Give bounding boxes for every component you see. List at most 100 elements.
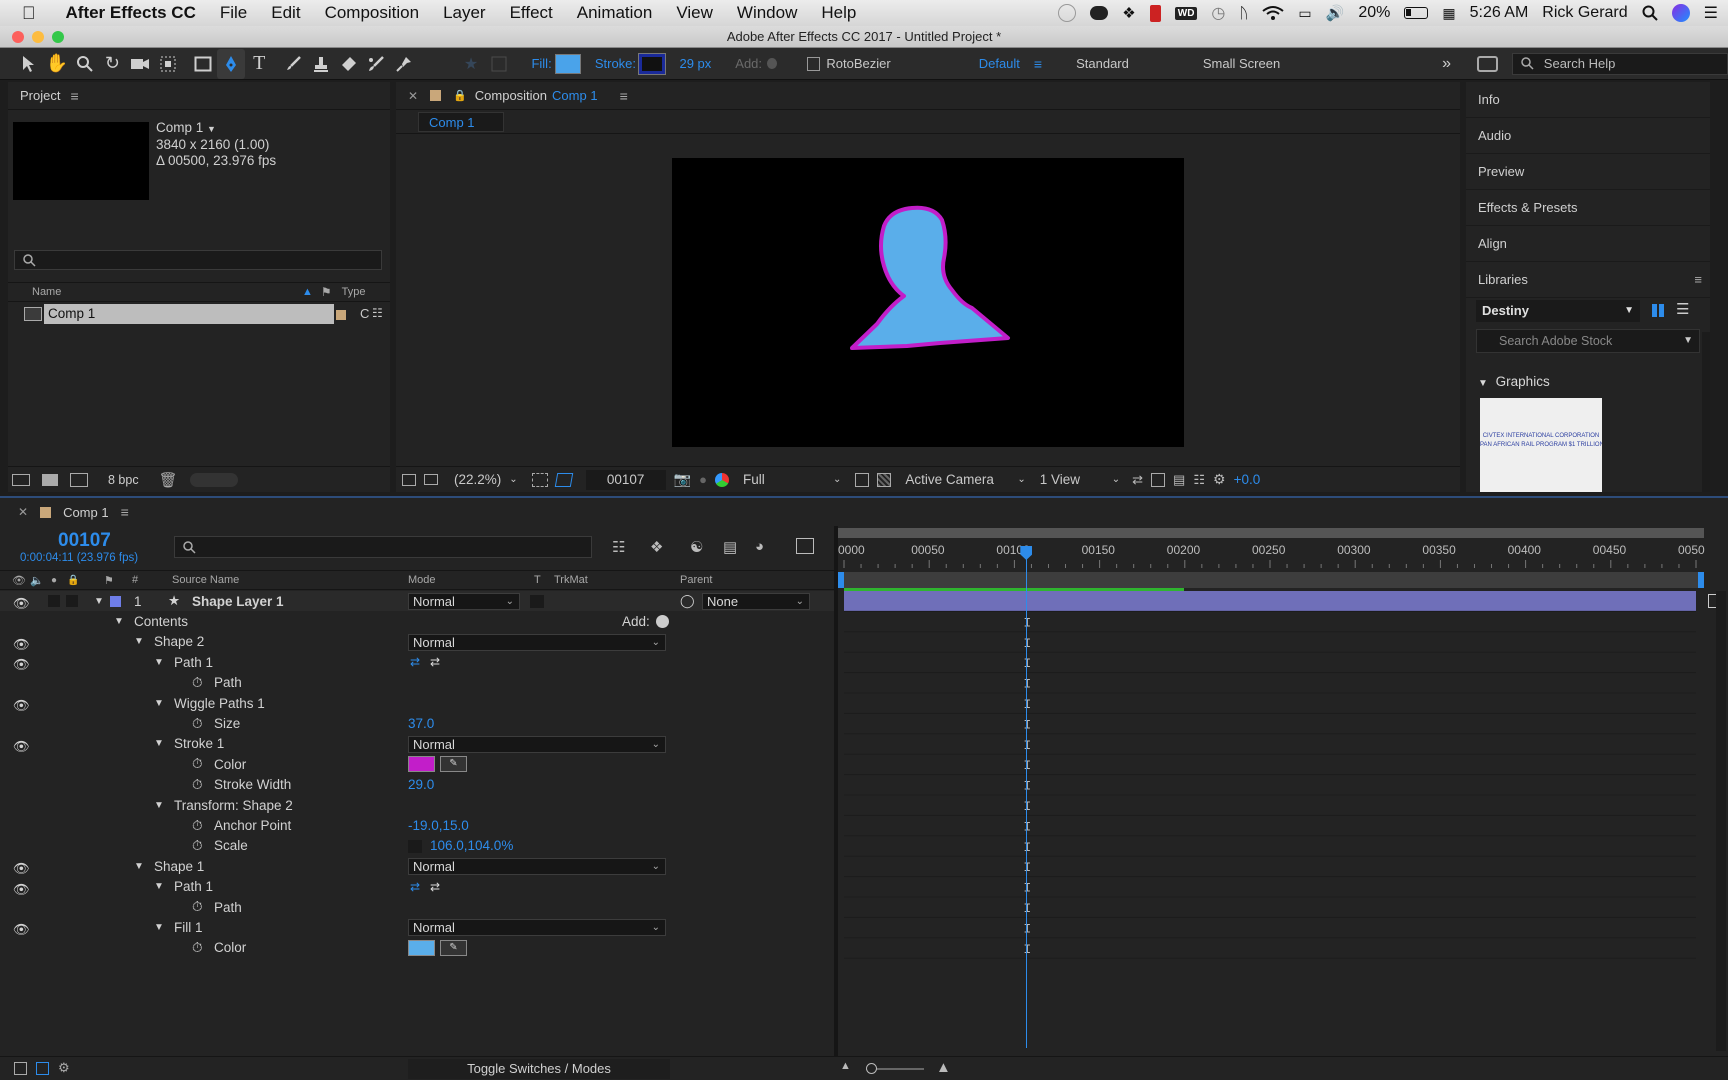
video-switch-icon[interactable]: 👁 xyxy=(12,574,26,587)
project-search-input[interactable] xyxy=(14,250,382,270)
disclosure-triangle-icon[interactable]: ▼ xyxy=(154,657,164,668)
rotobezier-label[interactable]: RotoBezier xyxy=(826,56,890,71)
rotobezier-checkbox[interactable] xyxy=(807,56,821,71)
exposure-value[interactable]: +0.0 xyxy=(1234,472,1261,487)
battery-icon[interactable] xyxy=(1404,7,1429,19)
toggle-pixel-aspect-icon[interactable]: ⇄ xyxy=(1132,472,1143,488)
path-row[interactable]: 👁 ▼ Path 1 ⇄ ⇄ xyxy=(0,652,834,672)
stroke-width-value[interactable]: 29 px xyxy=(679,56,711,71)
reset-exposure-icon[interactable]: ⚙ xyxy=(1213,471,1226,488)
layer-row[interactable]: 👁 ▼ 1 ★ Shape Layer 1 Normal ⌄ ◯ None ⌄ xyxy=(0,591,834,612)
menu-window[interactable]: Window xyxy=(725,3,809,23)
menu-composition[interactable]: Composition xyxy=(313,3,432,23)
close-window-button[interactable] xyxy=(12,31,24,43)
eye-icon[interactable]: 👁 xyxy=(13,922,30,938)
chevron-down-icon[interactable]: ⌄ xyxy=(509,474,517,485)
menu-file[interactable]: File xyxy=(208,3,259,23)
transfer-controls-icon[interactable] xyxy=(36,1062,49,1075)
toggle-switches-modes-button[interactable]: Toggle Switches / Modes xyxy=(408,1059,670,1079)
graph-editor-icon[interactable] xyxy=(796,538,814,554)
audio-switch-icon[interactable]: 🔈 xyxy=(30,574,44,587)
panel-menu-icon[interactable]: ≡ xyxy=(1694,262,1702,298)
label-tag-icon[interactable]: ⚑ xyxy=(104,574,114,587)
sync-settings-icon[interactable] xyxy=(1477,55,1498,72)
user-menu[interactable]: Rick Gerard xyxy=(1542,4,1627,22)
path-row[interactable]: 👁 ▼ Path 1 ⇄ ⇄ xyxy=(0,877,834,897)
transform-row[interactable]: ▼ Transform: Shape 2 xyxy=(0,795,834,815)
zoom-tool-icon[interactable] xyxy=(71,49,99,79)
eye-icon[interactable]: 👁 xyxy=(13,637,30,653)
wiggle-paths-row[interactable]: 👁 ▼ Wiggle Paths 1 xyxy=(0,693,834,713)
notification-center-icon[interactable]: ☰ xyxy=(1704,3,1718,23)
fill-color-swatch[interactable] xyxy=(408,939,435,956)
comp-tab[interactable]: Comp 1 xyxy=(418,112,504,132)
workspace-default[interactable]: Default xyxy=(979,56,1020,71)
stroke-color-swatch[interactable] xyxy=(638,52,667,75)
disclosure-triangle-icon[interactable]: ▼ xyxy=(154,881,164,892)
scale-row[interactable]: ⏱ Scale 106.0,104.0% xyxy=(0,836,834,856)
siri-icon[interactable] xyxy=(1671,4,1690,22)
spotlight-icon[interactable] xyxy=(1642,5,1658,21)
blend-mode-dropdown[interactable]: Normal ⌄ xyxy=(408,633,666,651)
stopwatch-icon[interactable]: ⏱ xyxy=(192,818,203,834)
chevron-down-icon[interactable]: ▼ xyxy=(1683,330,1693,352)
camera-dropdown[interactable]: Active Camera xyxy=(905,472,1009,487)
rectangle-tool-icon[interactable] xyxy=(190,49,218,79)
stopwatch-icon[interactable]: ⏱ xyxy=(192,940,203,956)
rotation-tool-icon[interactable]: ↻ xyxy=(98,49,126,79)
disclosure-triangle-icon[interactable]: ▼ xyxy=(154,800,164,811)
layer-mode-dropdown[interactable]: Normal ⌄ xyxy=(408,593,520,610)
stroke-width-row[interactable]: ⏱ Stroke Width 29.0 xyxy=(0,775,834,795)
current-time-field[interactable]: 00107 xyxy=(585,469,666,490)
creative-cloud-icon[interactable] xyxy=(1090,6,1109,20)
in-point-marker[interactable] xyxy=(838,572,844,588)
hide-shy-layers-icon[interactable]: ☯ xyxy=(690,538,703,556)
layer-label-swatch[interactable] xyxy=(110,596,121,607)
mode-header[interactable]: Mode xyxy=(408,574,436,586)
menu-help[interactable]: Help xyxy=(809,3,868,23)
blend-mode-dropdown[interactable]: Normal ⌄ xyxy=(408,735,666,753)
roto-brush-tool-icon[interactable] xyxy=(362,49,390,79)
lock-switch-icon[interactable]: 🔒 xyxy=(67,575,79,586)
eye-icon[interactable]: 👁 xyxy=(13,657,30,673)
blend-mode-dropdown[interactable]: Normal ⌄ xyxy=(408,919,666,937)
library-dropdown[interactable]: Destiny ▼ xyxy=(1476,300,1640,322)
chevron-down-icon[interactable]: ⌄ xyxy=(1017,474,1025,485)
mask-visibility-icon[interactable] xyxy=(554,472,573,487)
zoom-slider-handle[interactable] xyxy=(866,1063,877,1074)
solo-box[interactable] xyxy=(48,595,60,607)
volume-icon[interactable]: 🔊 xyxy=(1326,4,1345,22)
project-item-name[interactable]: Comp 1 xyxy=(44,304,334,324)
stopwatch-icon[interactable]: ⏱ xyxy=(192,756,203,772)
time-ruler[interactable]: 0000 00050 00100 00150 00200 00250 00300 00350 0… xyxy=(838,528,1710,590)
disclosure-triangle-icon[interactable]: ▼ xyxy=(134,636,144,647)
eye-icon[interactable]: 👁 xyxy=(13,596,30,612)
time-machine-icon[interactable]: ◷ xyxy=(1211,3,1225,23)
stock-search-input[interactable]: Search Adobe Stock ▼ xyxy=(1476,329,1700,353)
info-panel-tab[interactable]: Info xyxy=(1466,82,1710,118)
label-swatch[interactable] xyxy=(40,506,52,518)
menu-effect[interactable]: Effect xyxy=(498,3,565,23)
type-column-header[interactable]: Type xyxy=(342,286,366,298)
hand-tool-icon[interactable]: ✋ xyxy=(43,49,71,79)
view-layout-dropdown[interactable]: 1 View xyxy=(1040,472,1104,487)
fill-color-swatch[interactable] xyxy=(554,53,581,74)
grid-icon[interactable] xyxy=(485,49,513,79)
blend-mode-dropdown[interactable]: Normal ⌄ xyxy=(408,858,666,876)
resolution-dropdown[interactable]: Full xyxy=(743,472,825,487)
shape-group-row[interactable]: 👁 ▼ Shape 1 Normal ⌄ xyxy=(0,856,834,876)
timeline-search-input[interactable] xyxy=(174,536,592,558)
shape-group-row[interactable]: 👁 ▼ Shape 2 Normal ⌄ xyxy=(0,632,834,652)
graphic-thumbnail[interactable]: CIVTEX INTERNATIONAL CORPORATION PAN AFR… xyxy=(1480,398,1602,492)
fill-label[interactable]: Fill: xyxy=(531,56,551,71)
disclosure-triangle-icon[interactable]: ▼ xyxy=(134,861,144,872)
lock-box[interactable] xyxy=(66,595,78,607)
pan-behind-tool-icon[interactable] xyxy=(154,49,182,79)
transparency-grid-icon[interactable] xyxy=(877,472,892,487)
menu-edit[interactable]: Edit xyxy=(259,3,312,23)
playhead[interactable] xyxy=(1026,546,1028,1048)
composition-flowchart-icon[interactable]: ☷ xyxy=(612,538,625,556)
bit-depth-button[interactable]: 8 bpc xyxy=(108,473,139,487)
snapshot-icon[interactable]: 📷 xyxy=(674,471,691,488)
stroke-width-value[interactable]: 29.0 xyxy=(408,777,434,792)
